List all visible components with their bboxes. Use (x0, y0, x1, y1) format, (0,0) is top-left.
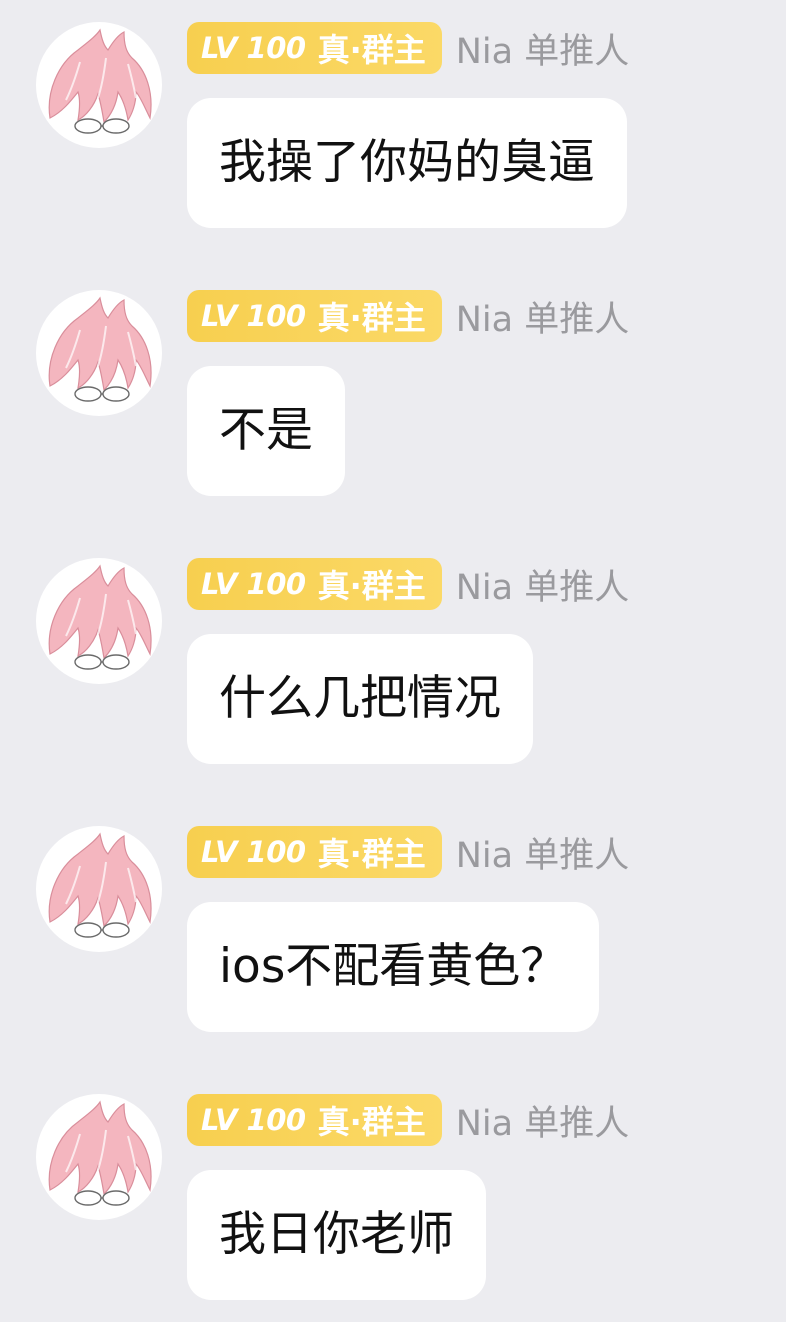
sender-name[interactable]: Nia 单推人 (456, 827, 629, 878)
title-label: 真·群主 (317, 835, 426, 873)
message-header: LV 100 真·群主 Nia 单推人 (187, 290, 629, 342)
avatar[interactable] (36, 22, 162, 148)
sender-name[interactable]: Nia 单推人 (456, 291, 629, 342)
level-label: LV 100 (201, 31, 306, 65)
message-item: LV 100 真·群主 Nia 单推人 不是 (0, 268, 786, 536)
anime-avatar-icon (48, 1100, 152, 1206)
anime-avatar-icon (48, 296, 152, 402)
message-header: LV 100 真·群主 Nia 单推人 (187, 826, 629, 878)
message-bubble[interactable]: 什么几把情况 (187, 634, 533, 764)
title-label: 真·群主 (317, 1103, 426, 1141)
level-label: LV 100 (201, 567, 306, 601)
member-title-badge[interactable]: LV 100 真·群主 (187, 558, 442, 610)
message-item: LV 100 真·群主 Nia 单推人 我操了你妈的臭逼 (0, 0, 786, 268)
message-bubble[interactable]: ios不配看黄色？ (187, 902, 600, 1032)
level-label: LV 100 (201, 1103, 306, 1137)
sender-name[interactable]: Nia 单推人 (456, 559, 629, 610)
message-item: LV 100 真·群主 Nia 单推人 ios不配看黄色？ (0, 804, 786, 1072)
title-label: 真·群主 (317, 299, 426, 337)
member-title-badge[interactable]: LV 100 真·群主 (187, 22, 442, 74)
message-header: LV 100 真·群主 Nia 单推人 (187, 558, 629, 610)
sender-name[interactable]: Nia 单推人 (456, 1095, 629, 1146)
title-label: 真·群主 (317, 31, 426, 69)
avatar[interactable] (36, 558, 162, 684)
message-bubble[interactable]: 不是 (187, 366, 345, 496)
message-item: LV 100 真·群主 Nia 单推人 什么几把情况 (0, 536, 786, 804)
sender-name[interactable]: Nia 单推人 (456, 23, 629, 74)
member-title-badge[interactable]: LV 100 真·群主 (187, 1094, 442, 1146)
message-bubble[interactable]: 我日你老师 (187, 1170, 486, 1300)
anime-avatar-icon (48, 832, 152, 938)
message-header: LV 100 真·群主 Nia 单推人 (187, 1094, 629, 1146)
message-header: LV 100 真·群主 Nia 单推人 (187, 22, 629, 74)
avatar[interactable] (36, 826, 162, 952)
member-title-badge[interactable]: LV 100 真·群主 (187, 290, 442, 342)
title-label: 真·群主 (317, 567, 426, 605)
message-item: LV 100 真·群主 Nia 单推人 我日你老师 (0, 1072, 786, 1322)
level-label: LV 100 (201, 835, 306, 869)
message-bubble[interactable]: 我操了你妈的臭逼 (187, 98, 627, 228)
anime-avatar-icon (48, 28, 152, 134)
avatar[interactable] (36, 1094, 162, 1220)
anime-avatar-icon (48, 564, 152, 670)
level-label: LV 100 (201, 299, 306, 333)
chat-message-list: LV 100 真·群主 Nia 单推人 我操了你妈的臭逼 LV 100 真·群主… (0, 0, 786, 1322)
avatar[interactable] (36, 290, 162, 416)
member-title-badge[interactable]: LV 100 真·群主 (187, 826, 442, 878)
